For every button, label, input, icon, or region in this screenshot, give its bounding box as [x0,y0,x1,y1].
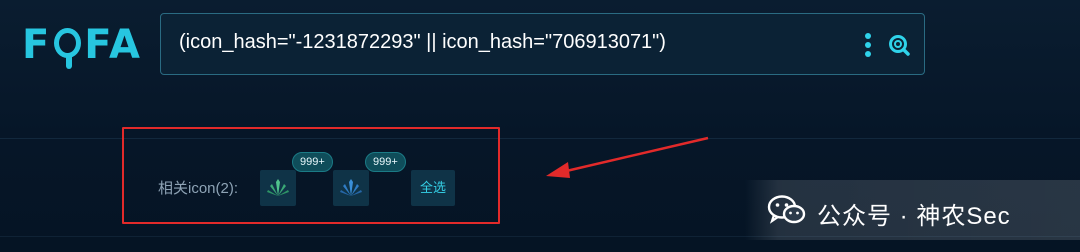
more-options-icon[interactable] [864,33,872,57]
logo-magnifier-icon [54,28,82,69]
fofa-logo[interactable]: F FA [22,20,142,70]
related-icons-label: 相关icon(2): [158,180,239,197]
logo-letters-fa: FA [84,22,142,68]
select-all-button[interactable]: 全选 [411,170,455,206]
search-box[interactable]: (icon_hash="-1231872293" || icon_hash="7… [160,13,925,75]
wechat-watermark: 公众号 · 神农Sec [745,180,1080,240]
icon-count-badge: 999+ [292,152,333,172]
agave-plant-icon [267,179,289,196]
icon-count-badge: 999+ [365,152,406,172]
annotation-arrow [546,136,709,178]
search-input[interactable]: (icon_hash="-1231872293" || icon_hash="7… [179,31,666,54]
related-icon-2[interactable] [333,170,369,206]
agave-plant-icon [340,179,362,196]
search-icon[interactable] [888,34,910,56]
related-icon-1[interactable] [260,170,296,206]
logo-letter-f: F [22,22,52,68]
watermark-text: 公众号 · 神农Sec [817,203,1011,230]
wechat-icon [767,195,806,224]
